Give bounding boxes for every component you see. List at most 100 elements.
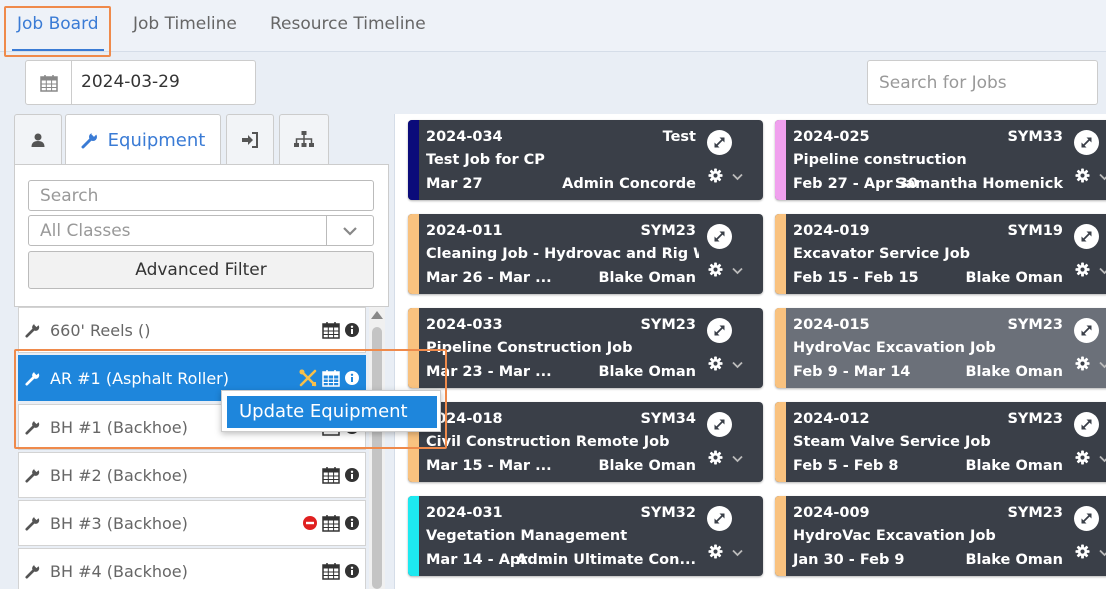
panel-tab-equipment[interactable]: Equipment [65, 114, 221, 165]
equipment-item[interactable]: 660' Reels () [18, 307, 366, 353]
maintenance-tools-icon[interactable] [299, 369, 317, 387]
chevron-down-icon[interactable] [732, 549, 743, 557]
update-equipment-menu-item[interactable]: Update Equipment [227, 396, 437, 428]
expand-icon[interactable] [707, 506, 732, 531]
job-color-stripe [775, 214, 786, 294]
calendar-icon[interactable] [322, 321, 340, 339]
job-color-stripe [775, 402, 786, 482]
job-card[interactable]: 2024-015 SYM23 HydroVac Excavation Job Feb … [775, 308, 1106, 388]
gear-icon[interactable] [1075, 544, 1090, 559]
gear-icon[interactable] [1075, 262, 1090, 277]
job-card[interactable]: 2024-019 SYM19 Excavator Service Job Feb 15… [775, 214, 1106, 294]
unavailable-icon[interactable] [303, 516, 317, 530]
job-card[interactable]: 2024-033 SYM23 Pipeline Construction Job Ma… [408, 308, 763, 388]
equipment-name: BH #2 (Backhoe) [50, 466, 188, 485]
calendar-icon[interactable] [322, 562, 340, 580]
job-dates: Jan 30 - Feb 9 [793, 552, 905, 568]
date-input[interactable] [81, 72, 246, 92]
advanced-filter-button[interactable]: Advanced Filter [28, 251, 374, 289]
wrench-icon [25, 419, 40, 435]
class-select[interactable]: All Classes [28, 215, 374, 246]
job-number: 2024-019 [793, 223, 870, 239]
chevron-down-icon[interactable] [732, 455, 743, 463]
chevron-down-icon[interactable] [1099, 267, 1106, 275]
info-icon[interactable] [345, 323, 359, 337]
panel-tab-people[interactable] [14, 114, 62, 164]
panel-tab-login[interactable] [226, 114, 274, 164]
expand-icon[interactable] [1074, 318, 1099, 343]
wrench-icon [81, 131, 98, 149]
calendar-icon[interactable] [322, 466, 340, 484]
job-title: Excavator Service Job [793, 246, 971, 262]
scroll-thumb[interactable] [372, 327, 382, 589]
chevron-down-icon[interactable] [1099, 549, 1106, 557]
info-icon[interactable] [345, 564, 359, 578]
job-code: SYM23 [640, 223, 696, 239]
tab-job-timeline[interactable]: Job Timeline [133, 14, 237, 34]
job-card[interactable]: 2024-025 SYM33 Pipeline construction Feb 27… [775, 120, 1106, 200]
wrench-icon [25, 515, 40, 531]
gear-icon[interactable] [1075, 168, 1090, 183]
job-color-stripe [775, 308, 786, 388]
chevron-down-icon[interactable] [732, 267, 743, 275]
expand-icon[interactable] [707, 318, 732, 343]
info-icon[interactable] [345, 468, 359, 482]
gear-icon[interactable] [708, 544, 723, 559]
date-picker[interactable] [25, 60, 256, 105]
expand-icon[interactable] [1074, 130, 1099, 155]
job-code: Test [662, 129, 696, 145]
equipment-item[interactable]: BH #3 (Backhoe) [18, 500, 366, 546]
gear-icon[interactable] [1075, 450, 1090, 465]
scroll-up-arrow-icon[interactable] [371, 311, 383, 319]
equipment-item[interactable]: BH #4 (Backhoe) [18, 548, 366, 589]
job-code: SYM19 [1007, 223, 1063, 239]
chevron-down-icon[interactable] [1099, 173, 1106, 181]
panel-tab-hierarchy[interactable] [279, 114, 329, 164]
gear-icon[interactable] [708, 450, 723, 465]
equipment-name: 660' Reels () [50, 321, 151, 340]
chevron-down-icon[interactable] [732, 361, 743, 369]
calendar-icon[interactable] [26, 61, 72, 104]
chevron-down-icon[interactable] [326, 216, 373, 245]
equipment-search-input[interactable] [28, 180, 374, 211]
job-search-input[interactable] [867, 60, 1098, 105]
equipment-item[interactable]: BH #2 (Backhoe) [18, 452, 366, 498]
job-card[interactable]: 2024-009 SYM23 HydroVac Excavation Job Jan … [775, 496, 1106, 576]
tab-job-board[interactable]: Job Board [17, 14, 99, 34]
job-card[interactable]: 2024-031 SYM32 Vegetation Management Mar 14… [408, 496, 763, 576]
job-card[interactable]: 2024-011 SYM23 Cleaning Job - Hydrovac and… [408, 214, 763, 294]
gear-icon[interactable] [1075, 356, 1090, 371]
job-card[interactable]: 2024-018 SYM34 Civil Construction Remote J… [408, 402, 763, 482]
gear-icon[interactable] [708, 262, 723, 277]
equipment-list-scrollbar[interactable] [369, 307, 385, 589]
chevron-down-icon[interactable] [1099, 455, 1106, 463]
wrench-icon [25, 467, 40, 483]
info-icon[interactable] [345, 516, 359, 530]
gear-icon[interactable] [708, 356, 723, 371]
wrench-icon [25, 563, 40, 579]
info-icon[interactable] [345, 371, 359, 385]
equipment-name: BH #1 (Backhoe) [50, 418, 188, 437]
chevron-down-icon[interactable] [732, 173, 743, 181]
chevron-down-icon[interactable] [1099, 361, 1106, 369]
job-owner: Blake Oman [965, 458, 1064, 474]
expand-icon[interactable] [707, 224, 732, 249]
job-card[interactable]: 2024-012 SYM23 Steam Valve Service Job Feb … [775, 402, 1106, 482]
calendar-icon[interactable] [322, 514, 340, 532]
expand-icon[interactable] [1074, 224, 1099, 249]
expand-icon[interactable] [707, 130, 732, 155]
job-color-stripe [408, 496, 419, 576]
expand-icon[interactable] [1074, 412, 1099, 437]
job-title: Steam Valve Service Job [793, 434, 991, 450]
gear-icon[interactable] [708, 168, 723, 183]
job-owner: Blake Oman [598, 458, 697, 474]
job-dates: Feb 5 - Feb 8 [793, 458, 899, 474]
expand-icon[interactable] [1074, 506, 1099, 531]
job-card[interactable]: 2024-034 Test Test Job for CP Mar 27 Admin C… [408, 120, 763, 200]
job-color-stripe [408, 308, 419, 388]
sitemap-icon [294, 131, 314, 147]
job-color-stripe [408, 214, 419, 294]
expand-icon[interactable] [707, 412, 732, 437]
calendar-icon[interactable] [322, 369, 340, 387]
tab-resource-timeline[interactable]: Resource Timeline [270, 14, 426, 34]
